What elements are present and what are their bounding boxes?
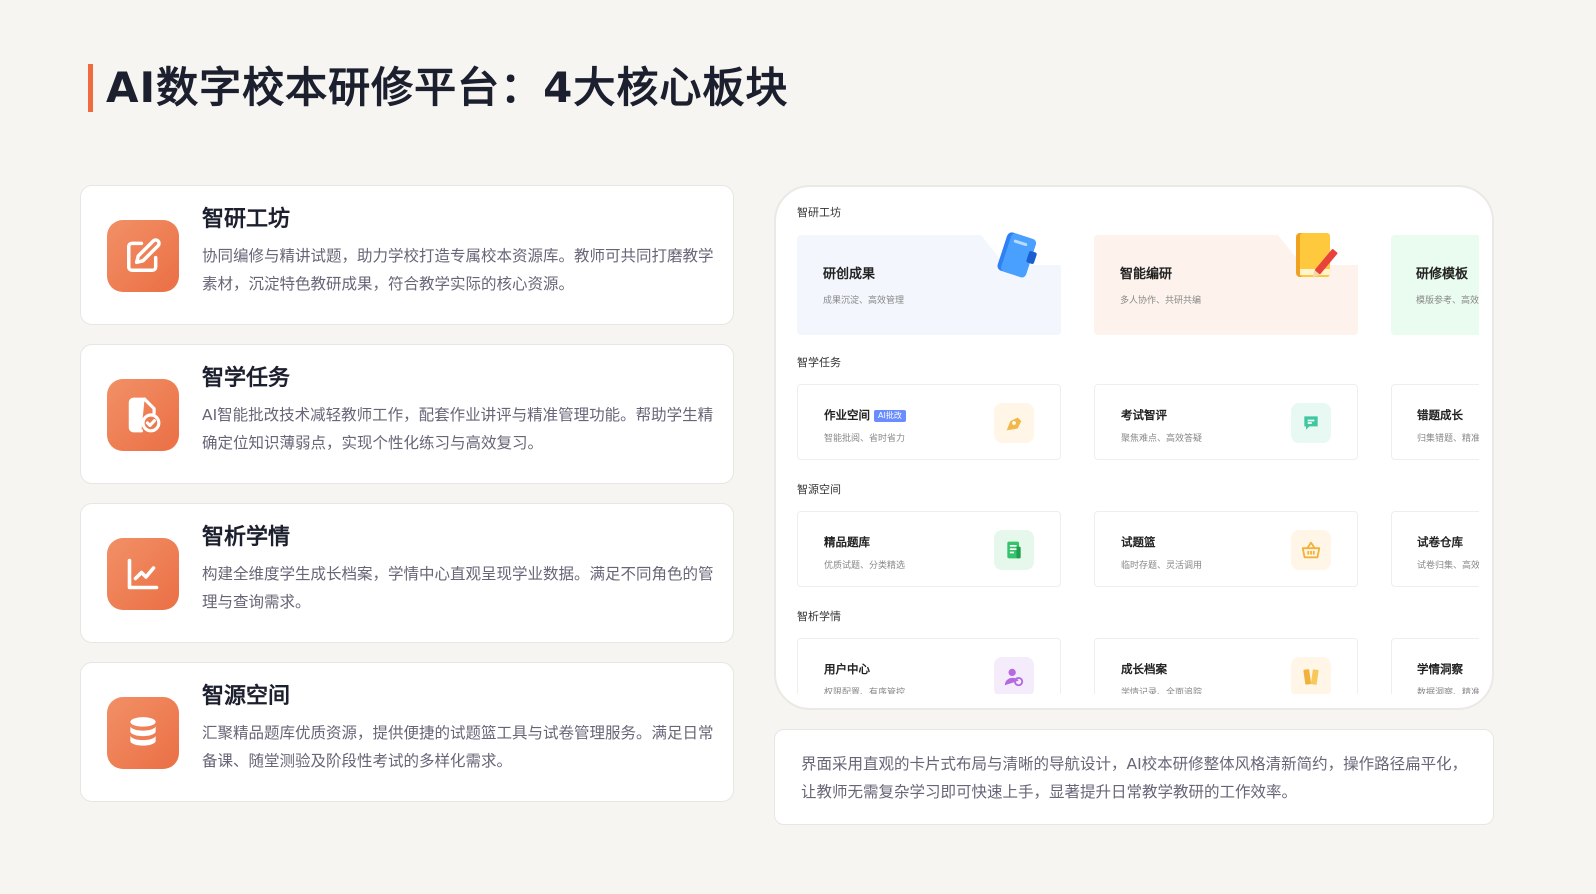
card-yanchuang[interactable]: 研创成果 成果沉淀、高效管理 <box>797 232 1061 335</box>
card-title: 试卷仓库 <box>1417 535 1463 549</box>
card-subtitle: 多人协作、共研共编 <box>1120 296 1202 306</box>
feature-title: 智源空间 <box>202 684 291 709</box>
card-zuoye-kongjian[interactable]: 作业空间 AI批改 智能批阅、省时省力 <box>797 384 1061 460</box>
basket-icon <box>1291 530 1331 570</box>
feature-title: 智研工坊 <box>202 207 291 232</box>
card-subtitle: 临时存题、灵活调用 <box>1121 561 1203 571</box>
user-settings-icon <box>994 657 1034 694</box>
card-subtitle: 智能批阅、省时省力 <box>824 434 906 444</box>
card-yonghu-zhongxin[interactable]: 用户中心 权限配置、有序管控 <box>797 638 1061 694</box>
card-subtitle: 试卷归集、高效 <box>1417 561 1479 571</box>
card-shijuan-cangku[interactable]: 试卷仓库 试卷归集、高效 <box>1391 511 1479 587</box>
card-title: 错题成长 <box>1417 408 1463 422</box>
database-icon <box>107 697 179 769</box>
card-title-text: 作业空间 <box>824 408 870 422</box>
feature-desc: 协同编修与精讲试题，助力学校打造专属校本资源库。教师可共同打磨教学素材，沉淀特色… <box>202 247 714 293</box>
card-subtitle: 学情记录、全面追踪 <box>1121 688 1203 694</box>
description-note: 界面采用直观的卡片式布局与清晰的导航设计，AI校本研修整体风格清新简约，操作路径… <box>774 729 1494 825</box>
card-chengzhang-dangan[interactable]: 成长档案 学情记录、全面追踪 <box>1094 638 1358 694</box>
card-subtitle: 归集错题、精准 <box>1417 434 1479 444</box>
card-title: 学情洞察 <box>1417 662 1463 676</box>
page-title: AI数字校本研修平台：4大核心板块 <box>106 63 789 112</box>
card-xueqing-dongcha[interactable]: 学情洞察 数据洞察、精准 <box>1391 638 1479 694</box>
card-subtitle: 模版参考、高效 <box>1416 296 1479 306</box>
document-icon <box>994 530 1034 570</box>
card-title: 作业空间 AI批改 <box>824 407 906 423</box>
section-label: 智学任务 <box>797 356 841 369</box>
platform-screenshot: 智研工坊 研创成果 成果沉淀、高效管理 智能编研 多人协作、共研共编 研修模板 … <box>774 185 1494 710</box>
feature-desc: 汇聚精品题库优质资源，提供便捷的试题篮工具与试卷管理服务。满足日常备课、随堂测验… <box>202 724 714 770</box>
card-cuoti-chengzhang[interactable]: 错题成长 归集错题、精准 <box>1391 384 1479 460</box>
feature-card-zhiyan: 智研工坊 协同编修与精讲试题，助力学校打造专属校本资源库。教师可共同打磨教学素材… <box>80 185 734 325</box>
section-label: 智源空间 <box>797 483 841 496</box>
card-subtitle: 优质试题、分类精选 <box>824 561 906 571</box>
card-subtitle: 权限配置、有序管控 <box>824 688 906 694</box>
section-label: 智研工坊 <box>797 206 841 219</box>
card-yanxiu-muban[interactable]: 研修模板 模版参考、高效 <box>1391 235 1479 335</box>
section-label: 智析学情 <box>797 610 841 623</box>
card-title: 研修模板 <box>1416 267 1469 282</box>
card-shitilan[interactable]: 试题篮 临时存题、灵活调用 <box>1094 511 1358 587</box>
card-title: 研创成果 <box>823 267 876 282</box>
feature-card-zhiyuan: 智源空间 汇聚精品题库优质资源，提供便捷的试题篮工具与试卷管理服务。满足日常备课… <box>80 662 734 802</box>
feature-title: 智析学情 <box>202 525 291 550</box>
card-title: 精品题库 <box>824 535 870 549</box>
edit-icon <box>107 220 179 292</box>
pen-nib-icon <box>994 403 1034 443</box>
notebook-icon <box>991 229 1043 289</box>
card-subtitle: 成果沉淀、高效管理 <box>823 296 905 306</box>
card-subtitle: 聚焦难点、高效答疑 <box>1121 434 1203 444</box>
message-icon <box>1291 403 1331 443</box>
line-chart-icon <box>107 538 179 610</box>
file-check-icon <box>107 379 179 451</box>
feature-desc: AI智能批改技术减轻教师工作，配套作业讲评与精准管理功能。帮助学生精确定位知识薄… <box>202 406 714 452</box>
note-text: 界面采用直观的卡片式布局与清晰的导航设计，AI校本研修整体风格清新简约，操作路径… <box>801 755 1468 801</box>
ai-badge: AI批改 <box>874 410 906 422</box>
card-subtitle: 数据洞察、精准 <box>1417 688 1479 694</box>
card-title: 试题篮 <box>1121 535 1156 549</box>
feature-desc: 构建全维度学生成长档案，学情中心直观呈现学业数据。满足不同角色的管理与查询需求。 <box>202 565 714 611</box>
feature-title: 智学任务 <box>202 366 291 391</box>
title-accent-bar <box>88 64 93 112</box>
folder-icon <box>1291 657 1331 694</box>
card-title: 用户中心 <box>824 662 870 676</box>
card-jingpin-tiku[interactable]: 精品题库 优质试题、分类精选 <box>797 511 1061 587</box>
card-title: 成长档案 <box>1121 662 1167 676</box>
card-title: 考试智评 <box>1121 408 1167 422</box>
card-zhineng-bianyan[interactable]: 智能编研 多人协作、共研共编 <box>1094 233 1358 335</box>
card-title: 智能编研 <box>1120 267 1173 282</box>
book-pencil-icon <box>1288 229 1340 289</box>
feature-card-zhixi: 智析学情 构建全维度学生成长档案，学情中心直观呈现学业数据。满足不同角色的管理与… <box>80 503 734 643</box>
card-kaoshi-zhiping[interactable]: 考试智评 聚焦难点、高效答疑 <box>1094 384 1358 460</box>
feature-card-zhixue: 智学任务 AI智能批改技术减轻教师工作，配套作业讲评与精准管理功能。帮助学生精确… <box>80 344 734 484</box>
